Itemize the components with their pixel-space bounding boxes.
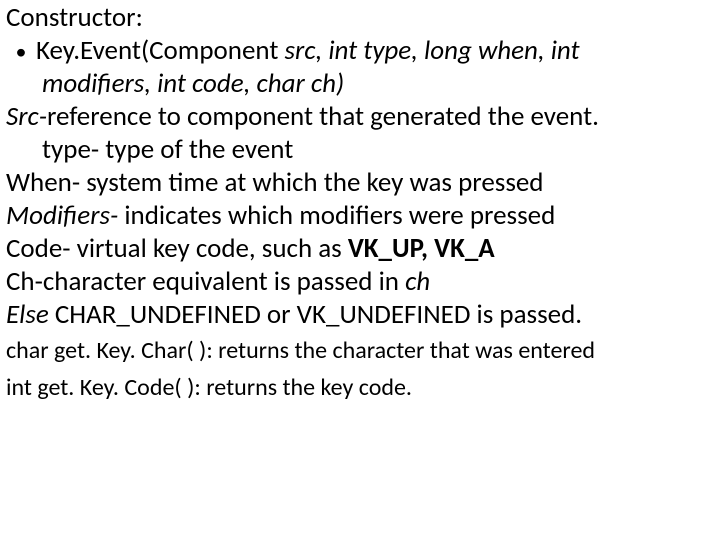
line-getkeychar: char get. Key. Char( ): returns the char… xyxy=(6,335,720,367)
line-else-ital: Else xyxy=(6,298,55,331)
line-getkeycode: int get. Key. Code( ): returns the key c… xyxy=(6,372,720,404)
bullet-keyevent-line2: modifiers, int code, char ch) xyxy=(6,68,720,101)
bullet-dot-icon: • xyxy=(6,35,36,68)
bullet-keyevent-line1: Key.Event(Component src, int type, long … xyxy=(36,35,720,68)
line-type: type- type of the event xyxy=(6,134,720,167)
keyevent-sig-ital1: src, int type, long when, int xyxy=(284,34,579,67)
line-ch-ital: ch xyxy=(405,265,430,298)
line-src-ital: Src- xyxy=(6,100,47,133)
line-ch-plain: Ch-character equivalent is passed in xyxy=(6,265,405,298)
line-modifiers-plain: indicates which modifiers were pressed xyxy=(124,199,555,232)
keyevent-sig-plain: Key.Event(Component xyxy=(36,34,284,67)
line-code-bold: VK_UP, VK_A xyxy=(348,232,495,265)
line-modifiers-ital: Modifiers- xyxy=(6,199,124,232)
line-else-plain: CHAR_UNDEFINED or VK_UNDEFINED is passed… xyxy=(55,298,582,331)
line-src: Src-reference to component that generate… xyxy=(6,101,720,134)
line-src-plain: reference to component that generated th… xyxy=(47,100,599,133)
bullet-keyevent: • Key.Event(Component src, int type, lon… xyxy=(6,35,720,68)
line-modifiers: Modifiers- indicates which modifiers wer… xyxy=(6,200,720,233)
line-else: Else CHAR_UNDEFINED or VK_UNDEFINED is p… xyxy=(6,299,720,332)
line-when: When- system time at which the key was p… xyxy=(6,167,720,200)
line-ch: Ch-character equivalent is passed in ch xyxy=(6,266,720,299)
line-code: Code- virtual key code, such as VK_UP, V… xyxy=(6,233,720,266)
slide: Constructor: • Key.Event(Component src, … xyxy=(0,0,720,540)
line-constructor: Constructor: xyxy=(6,2,720,35)
line-code-plain: Code- virtual key code, such as xyxy=(6,232,348,265)
